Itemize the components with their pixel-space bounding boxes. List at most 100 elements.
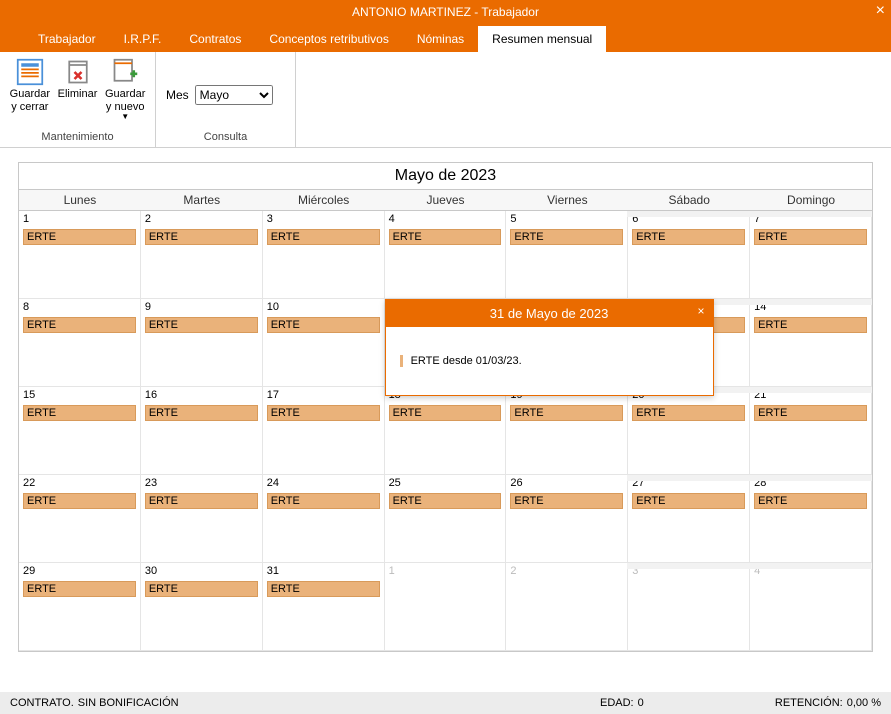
delete-icon bbox=[64, 58, 92, 86]
footer-age-value: 0 bbox=[638, 697, 644, 709]
calendar-event[interactable]: ERTE bbox=[267, 405, 380, 421]
close-icon[interactable]: × bbox=[876, 2, 885, 20]
calendar-cell[interactable]: 17ERTE bbox=[263, 387, 385, 475]
footer-contract-value: SIN BONIFICACIÓN bbox=[78, 697, 179, 709]
calendar-cell[interactable]: 28ERTE bbox=[750, 475, 872, 563]
tab-irpf[interactable]: I.R.P.F. bbox=[110, 26, 176, 52]
calendar-event[interactable]: ERTE bbox=[23, 317, 136, 333]
calendar-event[interactable]: ERTE bbox=[23, 405, 136, 421]
save-new-icon bbox=[111, 58, 139, 86]
day-number: 23 bbox=[145, 477, 258, 489]
calendar-event[interactable]: ERTE bbox=[145, 317, 258, 333]
calendar-cell[interactable]: 15ERTE bbox=[19, 387, 141, 475]
calendar-cell[interactable]: 30 ERTE bbox=[141, 563, 263, 651]
day-number: 24 bbox=[267, 477, 380, 489]
calendar-event[interactable]: ERTE bbox=[23, 229, 136, 245]
calendar-cell[interactable]: 1ERTE bbox=[19, 211, 141, 299]
calendar-cell[interactable]: 8ERTE bbox=[19, 299, 141, 387]
calendar-cell[interactable]: 6ERTE bbox=[628, 211, 750, 299]
weekend-marker bbox=[627, 211, 750, 217]
day-head-miercoles: Miércoles bbox=[263, 190, 385, 210]
calendar-event[interactable]: ERTE bbox=[145, 405, 258, 421]
calendar-cell[interactable]: 24 ERTE bbox=[263, 475, 385, 563]
calendar-event[interactable]: ERTE bbox=[145, 581, 258, 597]
calendar-cell[interactable]: 19ERTE bbox=[506, 387, 628, 475]
calendar-event[interactable]: ERTE bbox=[754, 405, 867, 421]
calendar-cell[interactable]: 14ERTE bbox=[750, 299, 872, 387]
calendar-event[interactable]: ERTE bbox=[267, 581, 380, 597]
calendar-cell[interactable]: 2 bbox=[506, 563, 628, 651]
window-title: ANTONIO MARTINEZ - Trabajador bbox=[352, 5, 539, 19]
calendar-event[interactable]: ERTE bbox=[145, 229, 258, 245]
ribbon-group-consulta: Mes Mayo Consulta bbox=[156, 52, 296, 147]
calendar-event[interactable]: ERTE bbox=[632, 229, 745, 245]
calendar-event[interactable]: ERTE bbox=[754, 317, 867, 333]
calendar-cell[interactable]: 20ERTE bbox=[628, 387, 750, 475]
calendar-event[interactable]: ERTE bbox=[23, 493, 136, 509]
calendar-event[interactable]: ERTE bbox=[754, 229, 867, 245]
day-number: 2 bbox=[145, 213, 258, 225]
calendar-cell[interactable]: 18ERTE bbox=[385, 387, 507, 475]
calendar-event[interactable]: ERTE bbox=[632, 405, 745, 421]
calendar-cell[interactable]: 7ERTE bbox=[750, 211, 872, 299]
save-close-button[interactable]: Guardar y cerrar bbox=[6, 56, 54, 113]
tab-resumen-mensual[interactable]: Resumen mensual bbox=[478, 26, 606, 52]
delete-button[interactable]: Eliminar bbox=[54, 56, 102, 101]
calendar-event[interactable]: ERTE bbox=[510, 229, 623, 245]
calendar-event[interactable]: ERTE bbox=[267, 317, 380, 333]
tab-contratos[interactable]: Contratos bbox=[175, 26, 255, 52]
calendar-cell[interactable]: 25ERTE bbox=[385, 475, 507, 563]
day-number: 30 bbox=[145, 565, 258, 577]
calendar-event[interactable]: ERTE bbox=[267, 493, 380, 509]
calendar-cell[interactable]: 23 ERTE bbox=[141, 475, 263, 563]
day-head-martes: Martes bbox=[141, 190, 263, 210]
calendar-event[interactable]: ERTE bbox=[145, 493, 258, 509]
calendar-event[interactable]: ERTE bbox=[389, 405, 502, 421]
calendar: Mayo de 2023 Lunes Martes Miércoles Juev… bbox=[18, 162, 873, 652]
tab-trabajador[interactable]: Trabajador bbox=[24, 26, 110, 52]
calendar-cell[interactable]: 10ERTE bbox=[263, 299, 385, 387]
calendar-cell[interactable]: 4 bbox=[750, 563, 872, 651]
popup-close-icon[interactable]: × bbox=[698, 304, 705, 318]
popup-event-text: ERTE desde 01/03/23. bbox=[400, 355, 703, 367]
calendar-event[interactable]: ERTE bbox=[267, 229, 380, 245]
calendar-event[interactable]: ERTE bbox=[754, 493, 867, 509]
calendar-event[interactable]: ERTE bbox=[389, 493, 502, 509]
calendar-area: Mayo de 2023 Lunes Martes Miércoles Juev… bbox=[0, 148, 891, 652]
day-head-sabado: Sábado bbox=[628, 190, 750, 210]
ribbon-group-label-mantenimiento: Mantenimiento bbox=[0, 129, 155, 147]
day-number: 31 bbox=[267, 565, 380, 577]
calendar-cell[interactable]: 2 ERTE bbox=[141, 211, 263, 299]
tab-nominas[interactable]: Nóminas bbox=[403, 26, 478, 52]
calendar-title: Mayo de 2023 bbox=[19, 163, 872, 190]
day-number: 3 bbox=[267, 213, 380, 225]
calendar-cell[interactable]: 31 ERTE bbox=[263, 563, 385, 651]
calendar-event[interactable]: ERTE bbox=[510, 405, 623, 421]
ribbon-group-label-consulta: Consulta bbox=[156, 129, 295, 147]
calendar-cell[interactable]: 16 ERTE bbox=[141, 387, 263, 475]
calendar-cell[interactable]: 4ERTE bbox=[385, 211, 507, 299]
weekend-marker bbox=[627, 475, 750, 481]
calendar-cell[interactable]: 9 ERTE bbox=[141, 299, 263, 387]
footer-retention-label: RETENCIÓN: bbox=[775, 697, 843, 709]
calendar-cell[interactable]: 1 bbox=[385, 563, 507, 651]
calendar-event[interactable]: ERTE bbox=[23, 581, 136, 597]
title-bar: ANTONIO MARTINEZ - Trabajador × bbox=[0, 0, 891, 24]
month-select[interactable]: Mayo bbox=[195, 85, 273, 105]
calendar-cell[interactable]: 21ERTE bbox=[750, 387, 872, 475]
calendar-event[interactable]: ERTE bbox=[632, 493, 745, 509]
calendar-event[interactable]: ERTE bbox=[389, 229, 502, 245]
calendar-cell[interactable]: 27ERTE bbox=[628, 475, 750, 563]
calendar-event[interactable]: ERTE bbox=[510, 493, 623, 509]
calendar-cell[interactable]: 3 ERTE bbox=[263, 211, 385, 299]
tab-conceptos[interactable]: Conceptos retributivos bbox=[255, 26, 402, 52]
save-new-button[interactable]: Guardar y nuevo ▼ bbox=[101, 56, 149, 121]
day-number: 16 bbox=[145, 389, 258, 401]
ribbon: Guardar y cerrar Eliminar Guardar y nuev… bbox=[0, 52, 891, 148]
calendar-cell[interactable]: 5ERTE bbox=[506, 211, 628, 299]
calendar-cell[interactable]: 22ERTE bbox=[19, 475, 141, 563]
calendar-cell[interactable]: 26ERTE bbox=[506, 475, 628, 563]
day-number: 9 bbox=[145, 301, 258, 313]
calendar-cell[interactable]: 3 bbox=[628, 563, 750, 651]
calendar-cell[interactable]: 29ERTE bbox=[19, 563, 141, 651]
